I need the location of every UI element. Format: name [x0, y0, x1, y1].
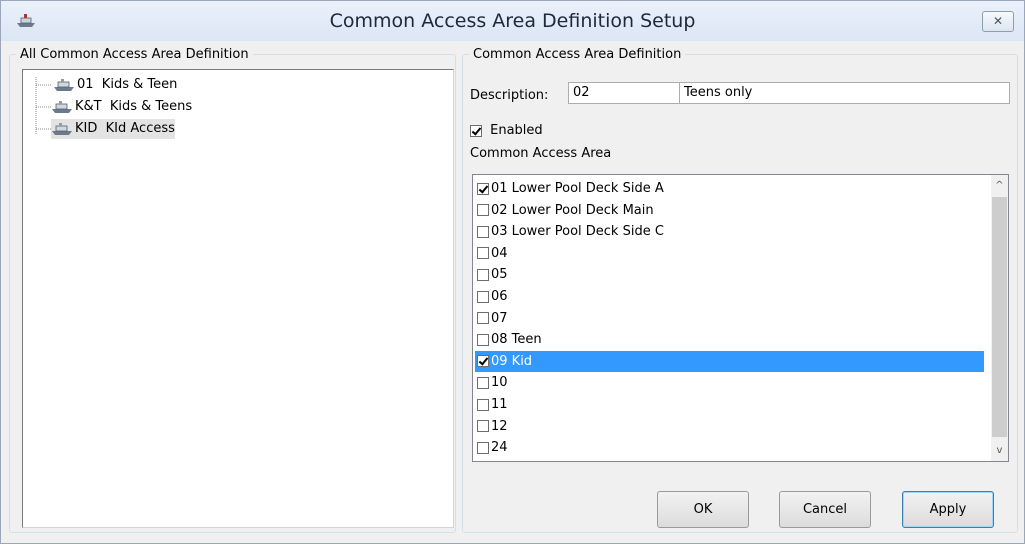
access-area-label: 10: [491, 375, 508, 391]
access-area-label: 12: [491, 418, 508, 434]
dialog-client: All Common Access Area Definition 01 Kid…: [9, 41, 1018, 537]
access-area-checkbox[interactable]: [477, 268, 489, 281]
access-area-checkbox[interactable]: [477, 441, 489, 454]
cancel-button[interactable]: Cancel: [779, 491, 871, 528]
access-area-label: 24: [491, 440, 508, 456]
definition-tree[interactable]: 01 Kids & Teen K&T Kids & Teens KID KId Ac…: [22, 69, 454, 528]
access-area-checkbox[interactable]: [477, 225, 489, 238]
ship-icon: [52, 122, 72, 135]
tree-node[interactable]: 01 Kids & Teen: [53, 75, 177, 95]
tree-node-label: KID KId Access: [75, 121, 175, 136]
list-scrollbar[interactable]: ^ v: [991, 175, 1008, 461]
scroll-up-arrow[interactable]: ^: [991, 177, 1008, 194]
access-area-item[interactable]: 04: [475, 243, 975, 264]
description-field[interactable]: Teens only: [679, 82, 1010, 104]
access-area-item[interactable]: 08 Teen: [475, 329, 975, 350]
access-area-item[interactable]: 11: [475, 394, 975, 415]
title-bar[interactable]: Common Access Area Definition Setup ✕: [1, 1, 1024, 41]
all-definitions-legend: All Common Access Area Definition: [20, 47, 249, 62]
dialog-window: Common Access Area Definition Setup ✕ Al…: [0, 0, 1025, 544]
scroll-down-arrow[interactable]: v: [991, 442, 1008, 459]
description-label: Description:: [470, 88, 549, 103]
tree-node[interactable]: KID KId Access: [51, 119, 175, 139]
enabled-checkbox-row[interactable]: Enabled: [470, 123, 543, 138]
access-area-label: 08 Teen: [491, 332, 542, 348]
close-button[interactable]: ✕: [982, 11, 1014, 32]
tree-node-label: 01 Kids & Teen: [77, 77, 178, 92]
window-title: Common Access Area Definition Setup: [329, 10, 696, 32]
tree-node-label: K&T Kids & Teens: [75, 99, 193, 114]
close-icon: ✕: [992, 14, 1004, 28]
ok-button[interactable]: OK: [657, 491, 749, 528]
access-area-label: 06: [491, 289, 508, 304]
access-area-item[interactable]: 10: [475, 372, 975, 393]
enabled-checkbox[interactable]: [470, 124, 482, 137]
access-area-label: 09 Kid: [491, 353, 533, 369]
access-area-item[interactable]: 09 Kid: [475, 350, 984, 372]
access-area-item[interactable]: 24: [475, 437, 975, 458]
access-area-list[interactable]: 01 Lower Pool Deck Side A 02 Lower Pool D…: [472, 174, 1009, 462]
access-area-label: 04: [491, 245, 508, 261]
access-area-label: 02 Lower Pool Deck Main: [491, 202, 654, 218]
access-area-label: 11: [491, 397, 508, 412]
access-area-label: 07: [491, 310, 508, 326]
access-area-label: 05: [491, 267, 508, 283]
access-area-checkbox[interactable]: [477, 204, 489, 217]
access-area-item[interactable]: 03 Lower Pool Deck Side C: [475, 221, 975, 242]
access-area-item[interactable]: 05: [475, 264, 975, 285]
access-area-checkbox[interactable]: [477, 333, 489, 346]
apply-button[interactable]: Apply: [902, 491, 994, 528]
access-area-checkbox[interactable]: [477, 355, 489, 368]
access-area-label: 01 Lower Pool Deck Side A: [491, 181, 664, 196]
ship-icon: [52, 100, 72, 113]
code-field[interactable]: 02: [568, 82, 680, 104]
access-area-checkbox[interactable]: [477, 247, 489, 260]
access-area-item[interactable]: 02 Lower Pool Deck Main: [475, 200, 975, 221]
access-area-item[interactable]: 12: [475, 416, 975, 437]
access-area-checkbox[interactable]: [477, 376, 489, 389]
access-area-item[interactable]: 06: [475, 286, 975, 307]
common-access-area-label: Common Access Area: [470, 146, 612, 161]
enabled-label: Enabled: [490, 123, 543, 138]
access-area-item[interactable]: 07: [475, 308, 975, 329]
ship-icon: [54, 78, 74, 91]
access-area-label: 03 Lower Pool Deck Side C: [491, 224, 664, 240]
tree-node[interactable]: K&T Kids & Teens: [51, 97, 192, 117]
access-area-checkbox[interactable]: [477, 182, 489, 195]
access-area-checkbox[interactable]: [477, 312, 489, 325]
scroll-thumb[interactable]: [992, 197, 1007, 437]
access-area-checkbox[interactable]: [477, 398, 489, 411]
access-area-item[interactable]: 01 Lower Pool Deck Side A: [475, 178, 975, 199]
access-area-checkbox[interactable]: [477, 290, 489, 303]
access-area-checkbox[interactable]: [477, 420, 489, 433]
definition-legend: Common Access Area Definition: [473, 47, 682, 62]
